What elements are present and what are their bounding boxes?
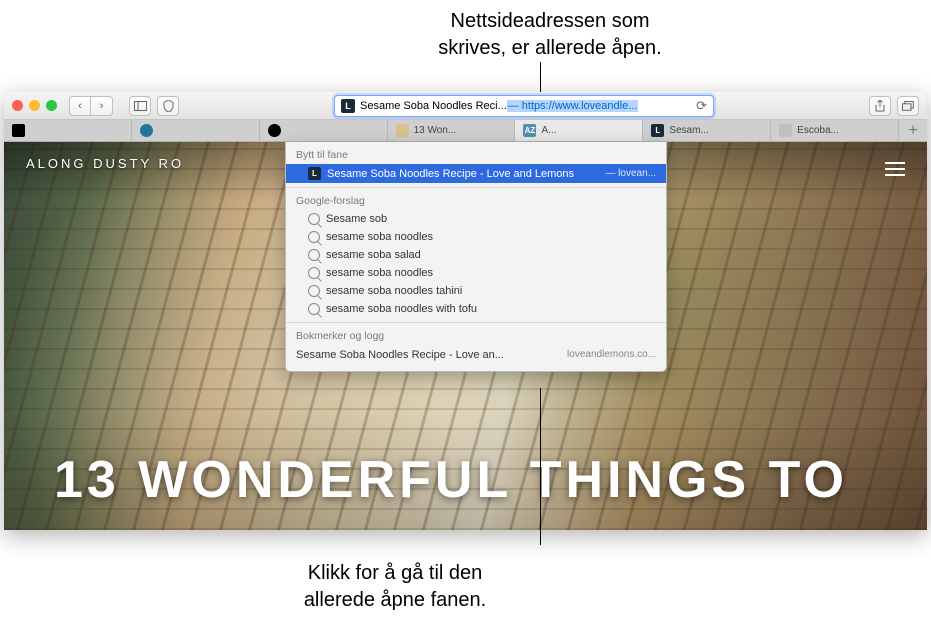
share-button[interactable]	[869, 96, 891, 116]
callout-line-top	[540, 62, 541, 92]
suggestion-item[interactable]: sesame soba noodles with tofu	[286, 300, 666, 318]
dropdown-section-switch-header: Bytt til fane	[286, 146, 666, 164]
address-dropdown: Bytt til fane L Sesame Soba Noodles Reci…	[285, 142, 667, 372]
search-icon	[308, 213, 320, 225]
hero-title: 13 WONDERFUL THINGS TO	[54, 450, 907, 510]
forward-button[interactable]: ›	[91, 96, 113, 116]
dropdown-section-google-header: Google-forslag	[286, 192, 666, 210]
dropdown-section-bookmarks-header: Bokmerker og logg	[286, 327, 666, 345]
nav-back-forward: ‹ ›	[69, 96, 113, 116]
dropdown-switch-to-tab-item[interactable]: L Sesame Soba Noodles Recipe - Love and …	[286, 164, 666, 183]
callout-top: Nettsideadressen somskrives, er allerede…	[350, 8, 750, 62]
address-favicon: L	[341, 99, 355, 113]
callout-bottom: Klikk for å gå til denallerede åpne fane…	[230, 560, 560, 614]
sidebar-button[interactable]	[129, 96, 151, 116]
maximize-button[interactable]	[46, 100, 57, 111]
toolbar-right	[869, 96, 919, 116]
reload-icon[interactable]: ⟳	[696, 98, 707, 114]
tab-0[interactable]	[4, 120, 132, 141]
suggestion-item[interactable]: sesame soba noodles	[286, 228, 666, 246]
minimize-button[interactable]	[29, 100, 40, 111]
search-icon	[308, 249, 320, 261]
bookmark-url: loveandlemons.co...	[567, 349, 656, 361]
site-logo-text[interactable]: ALONG DUSTY RO	[26, 156, 184, 171]
callout-line-bottom	[540, 388, 541, 545]
dropdown-item-domain: — lovean...	[605, 168, 656, 179]
close-button[interactable]	[12, 100, 23, 111]
back-button[interactable]: ‹	[69, 96, 91, 116]
tabs-button[interactable]	[897, 96, 919, 116]
search-icon	[308, 231, 320, 243]
suggestion-item[interactable]: Sesame sob	[286, 210, 666, 228]
address-text-title: Sesame Soba Noodles Reci...	[360, 100, 507, 112]
suggestion-item[interactable]: sesame soba noodles tahini	[286, 282, 666, 300]
hamburger-menu-icon[interactable]	[885, 158, 905, 180]
search-icon	[308, 267, 320, 279]
suggestion-item[interactable]: sesame soba salad	[286, 246, 666, 264]
search-icon	[308, 303, 320, 315]
tab-3[interactable]: 13 Won...	[388, 120, 516, 141]
suggestion-item[interactable]: sesame soba noodles	[286, 264, 666, 282]
tab-2[interactable]	[260, 120, 388, 141]
dropdown-item-title: Sesame Soba Noodles Recipe - Love and Le…	[327, 168, 574, 180]
dropdown-item-favicon: L	[308, 167, 321, 180]
address-text-url: — https://www.loveandle...	[507, 100, 639, 112]
privacy-button[interactable]	[157, 96, 179, 116]
safari-window: ‹ › L Sesame Soba Noodles Reci... — http…	[4, 92, 927, 530]
new-tab-button[interactable]: +	[899, 120, 927, 141]
tab-bar: 13 Won... AZA... LSesam... Escoba... +	[4, 120, 927, 142]
tab-4-active[interactable]: AZA...	[515, 120, 643, 141]
search-icon	[308, 285, 320, 297]
bookmark-item[interactable]: Sesame Soba Noodles Recipe - Love an... …	[286, 345, 666, 367]
toolbar: ‹ › L Sesame Soba Noodles Reci... — http…	[4, 92, 927, 120]
address-bar[interactable]: L Sesame Soba Noodles Reci... — https://…	[334, 95, 714, 117]
tab-5[interactable]: LSesam...	[643, 120, 771, 141]
window-controls	[12, 100, 57, 111]
bookmark-title: Sesame Soba Noodles Recipe - Love an...	[296, 349, 504, 361]
tab-6[interactable]: Escoba...	[771, 120, 899, 141]
tab-1[interactable]	[132, 120, 260, 141]
